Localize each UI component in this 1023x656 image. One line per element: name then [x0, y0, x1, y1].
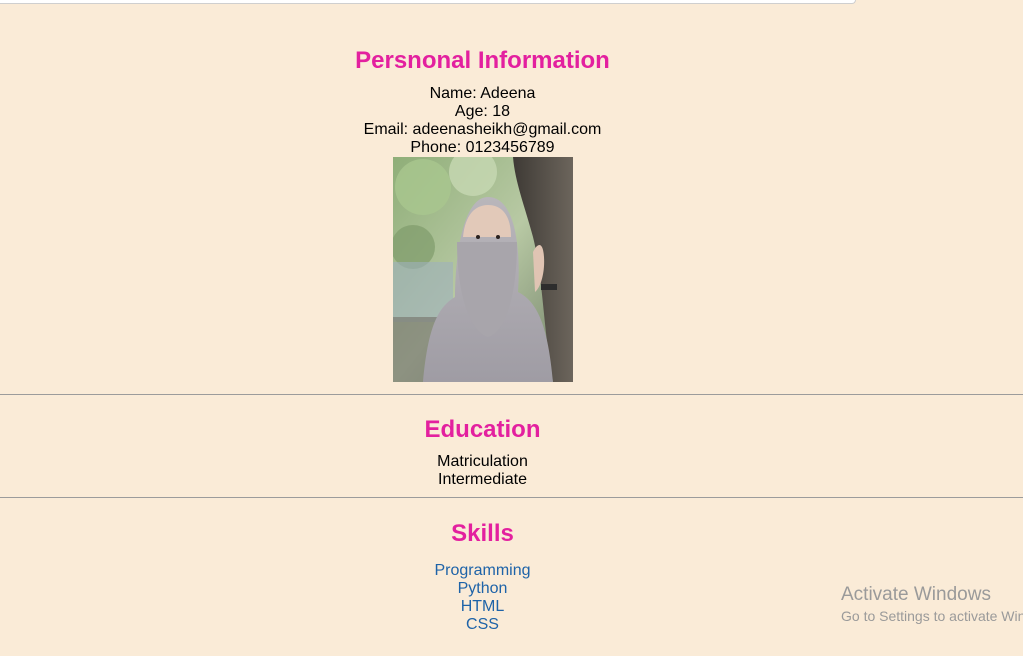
section-divider	[0, 497, 1023, 498]
activate-windows-watermark: Activate Windows Go to Settings to activ…	[841, 584, 1023, 626]
personal-info-heading: Persnonal Information	[355, 47, 610, 74]
skills-section: Skills Programming Python HTML CSS	[0, 520, 965, 634]
name-text: Name: Adeena	[429, 85, 536, 102]
skill-link-html[interactable]: HTML	[0, 598, 965, 616]
watermark-title: Activate Windows	[841, 584, 991, 605]
watermark-subtitle: Go to Settings to activate Windows.	[841, 608, 1023, 624]
skills-heading: Skills	[451, 520, 514, 547]
age-text: Age: 18	[454, 103, 511, 120]
personal-info-section: Persnonal Information Name: Adeena Age: …	[0, 47, 965, 157]
education-item: Matriculation	[437, 453, 528, 470]
section-divider	[0, 394, 1023, 395]
education-item: Intermediate	[438, 471, 527, 488]
skill-link-css[interactable]: CSS	[0, 616, 965, 634]
resume-page: Persnonal Information Name: Adeena Age: …	[0, 0, 1023, 656]
skill-link-python[interactable]: Python	[0, 580, 965, 598]
phone-text: Phone: 0123456789	[410, 139, 555, 156]
education-section: Education Matriculation Intermediate	[0, 416, 965, 489]
education-heading: Education	[424, 416, 541, 443]
profile-photo	[393, 157, 573, 382]
email-text: Email: adeenasheikh@gmail.com	[363, 121, 602, 138]
skill-link-programming[interactable]: Programming	[0, 562, 965, 580]
